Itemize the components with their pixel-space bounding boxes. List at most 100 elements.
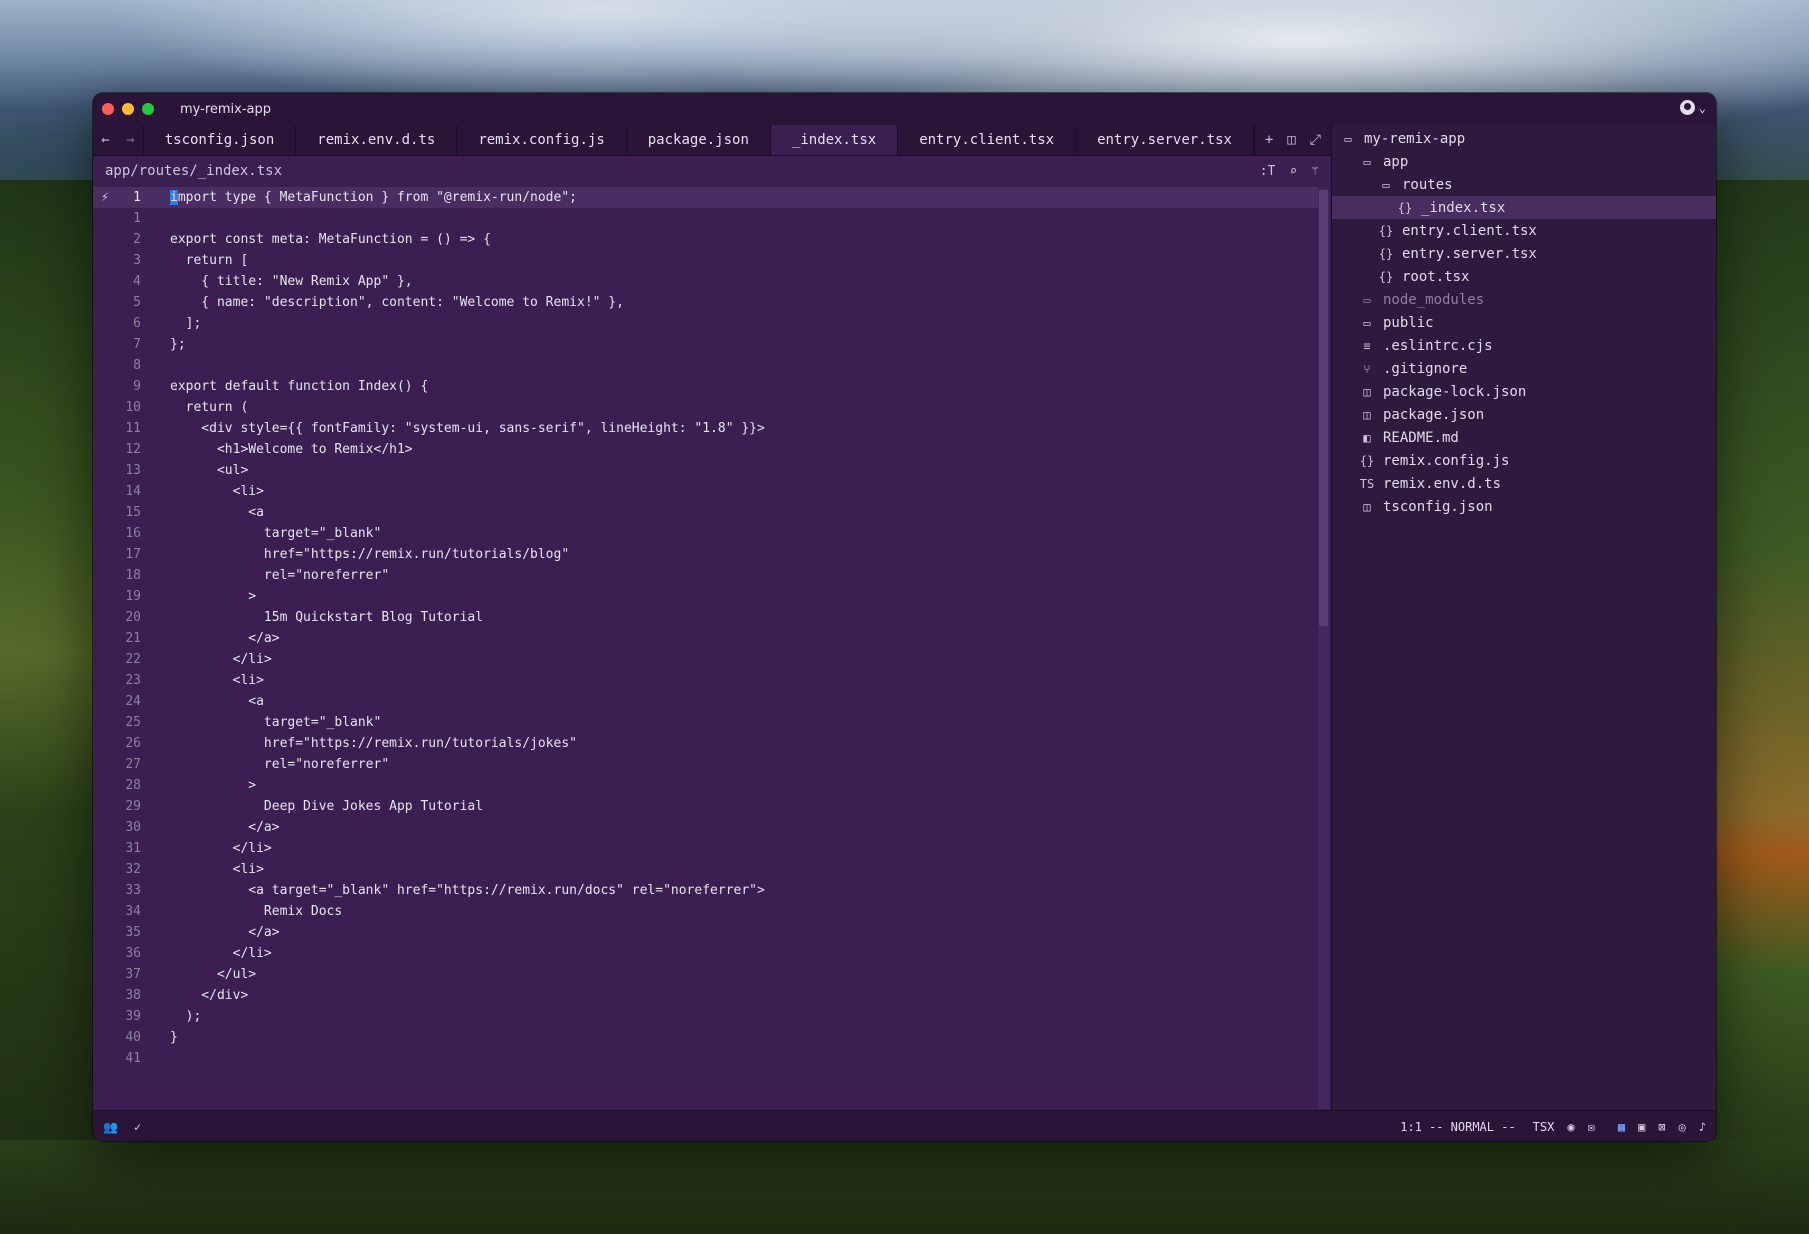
tree-item-gitignore[interactable]: ⑂ .gitignore bbox=[1332, 357, 1716, 380]
code-line[interactable]: 33 <a target="_blank" href="https://remi… bbox=[93, 880, 1319, 901]
tree-item-eslintrc-cjs[interactable]: ≡ .eslintrc.cjs bbox=[1332, 334, 1716, 357]
code-line[interactable]: 2 export const meta: MetaFunction = () =>… bbox=[93, 229, 1319, 250]
arrow-left-icon[interactable]: ← bbox=[101, 132, 109, 148]
tab-remix-env-d-ts[interactable]: remix.env.d.ts bbox=[296, 125, 458, 155]
magic-wand-icon[interactable]: ⚚ bbox=[1311, 164, 1319, 179]
code-line[interactable]: 6 ]; bbox=[93, 313, 1319, 334]
code-line[interactable]: 9 export default function Index() { bbox=[93, 376, 1319, 397]
tab-index-tsx[interactable]: _index.tsx bbox=[770, 125, 899, 155]
code-line[interactable]: 37 </ul> bbox=[93, 964, 1319, 985]
code-line[interactable]: 21 </a> bbox=[93, 628, 1319, 649]
cursor-position[interactable]: 1:1 bbox=[1400, 1120, 1422, 1134]
code-line[interactable]: 31 </li> bbox=[93, 838, 1319, 859]
tree-item-remix-env-d-ts[interactable]: TS remix.env.d.ts bbox=[1332, 472, 1716, 495]
code-line[interactable]: 22 </li> bbox=[93, 649, 1319, 670]
tree-item-package-json[interactable]: ◫ package.json bbox=[1332, 403, 1716, 426]
code-line[interactable]: 16 target="_blank" bbox=[93, 523, 1319, 544]
code-line[interactable]: 12 <h1>Welcome to Remix</h1> bbox=[93, 439, 1319, 460]
code-line[interactable]: 28 > bbox=[93, 775, 1319, 796]
project-panel-icon[interactable]: ▦ bbox=[1618, 1120, 1625, 1134]
symbol-outline-button[interactable]: :T bbox=[1260, 164, 1276, 179]
code-line[interactable]: 35 </a> bbox=[93, 922, 1319, 943]
tree-item-root-tsx[interactable]: {} root.tsx bbox=[1332, 265, 1716, 288]
line-number: 1 bbox=[133, 211, 141, 226]
code-line[interactable]: 11 <div style={{ fontFamily: "system-ui,… bbox=[93, 418, 1319, 439]
code-line[interactable]: 34 Remix Docs bbox=[93, 901, 1319, 922]
code-line[interactable]: 36 </li> bbox=[93, 943, 1319, 964]
minimize-window-button[interactable] bbox=[122, 103, 134, 115]
code-line[interactable]: 15 <a bbox=[93, 502, 1319, 523]
tree-item-tsconfig-json[interactable]: ◫ tsconfig.json bbox=[1332, 495, 1716, 518]
code-line[interactable]: ⚡ 1 import type { MetaFunction } from "@re… bbox=[93, 187, 1319, 208]
chat-icon[interactable]: ◎ bbox=[1679, 1120, 1686, 1134]
code-line[interactable]: 40} bbox=[93, 1027, 1319, 1048]
account-menu[interactable]: ⌄ bbox=[1679, 100, 1706, 115]
line-number: 30 bbox=[125, 820, 141, 835]
language-selector[interactable]: TSX bbox=[1533, 1120, 1555, 1134]
expand-icon[interactable]: ⤢ bbox=[1310, 132, 1321, 148]
code-line[interactable]: 14 <li> bbox=[93, 481, 1319, 502]
tab-entry-client-tsx[interactable]: entry.client.tsx bbox=[898, 125, 1077, 155]
code-line[interactable]: 5 { name: "description", content: "Welco… bbox=[93, 292, 1319, 313]
checkmark-icon[interactable]: ✓ bbox=[134, 1120, 141, 1134]
line-number: 5 bbox=[133, 295, 141, 310]
code-text: 15m Quickstart Blog Tutorial bbox=[170, 610, 484, 625]
code-line[interactable]: 29 Deep Dive Jokes App Tutorial bbox=[93, 796, 1319, 817]
code-line[interactable]: 17 href="https://remix.run/tutorials/blo… bbox=[93, 544, 1319, 565]
code-line[interactable]: 10 return ( bbox=[93, 397, 1319, 418]
tree-item-public[interactable]: ▭ public bbox=[1332, 311, 1716, 334]
terminal-icon[interactable]: ▣ bbox=[1638, 1120, 1645, 1134]
copilot-icon[interactable]: ◉ bbox=[1567, 1120, 1574, 1134]
tree-item-routes[interactable]: ▭ routes bbox=[1332, 173, 1716, 196]
line-number: 38 bbox=[125, 988, 141, 1003]
tree-item-entry-client-tsx[interactable]: {} entry.client.tsx bbox=[1332, 219, 1716, 242]
code-line[interactable]: 13 <ul> bbox=[93, 460, 1319, 481]
arrow-right-icon[interactable]: → bbox=[126, 132, 134, 148]
search-icon[interactable]: ⌕ bbox=[1289, 164, 1297, 179]
tab-remix-config-js[interactable]: remix.config.js bbox=[457, 125, 627, 155]
code-line[interactable]: 39 ); bbox=[93, 1006, 1319, 1027]
bell-icon[interactable]: ♪ bbox=[1699, 1120, 1706, 1134]
code-line[interactable]: 38 </div> bbox=[93, 985, 1319, 1006]
maximize-window-button[interactable] bbox=[142, 103, 154, 115]
line-number: 27 bbox=[125, 757, 141, 772]
code-line[interactable]: 4 { title: "New Remix App" }, bbox=[93, 271, 1319, 292]
tree-item-my-remix-app[interactable]: ▭ my-remix-app bbox=[1332, 127, 1716, 150]
code-text: <a target="_blank" href="https://remix.r… bbox=[170, 883, 765, 898]
tree-item-node-modules[interactable]: ▭ node_modules bbox=[1332, 288, 1716, 311]
tab-tsconfig-json[interactable]: tsconfig.json bbox=[144, 125, 297, 155]
code-line[interactable]: 30 </a> bbox=[93, 817, 1319, 838]
code-line[interactable]: 20 15m Quickstart Blog Tutorial bbox=[93, 607, 1319, 628]
code-line[interactable]: 26 href="https://remix.run/tutorials/jok… bbox=[93, 733, 1319, 754]
line-number: 9 bbox=[133, 379, 141, 394]
breadcrumb[interactable]: app/routes/_index.tsx bbox=[105, 163, 282, 179]
code-line[interactable]: 1 bbox=[93, 208, 1319, 229]
code-line[interactable]: 41 bbox=[93, 1048, 1319, 1069]
code-line[interactable]: 25 target="_blank" bbox=[93, 712, 1319, 733]
tree-item-app[interactable]: ▭ app bbox=[1332, 150, 1716, 173]
code-line[interactable]: 19 > bbox=[93, 586, 1319, 607]
tree-item-index-tsx[interactable]: {} _index.tsx bbox=[1332, 196, 1716, 219]
split-icon[interactable]: ◫ bbox=[1287, 132, 1295, 148]
code-line[interactable]: 23 <li> bbox=[93, 670, 1319, 691]
code-line[interactable]: 32 <li> bbox=[93, 859, 1319, 880]
tab-entry-server-tsx[interactable]: entry.server.tsx bbox=[1076, 125, 1254, 155]
code-line[interactable]: 24 <a bbox=[93, 691, 1319, 712]
code-line[interactable]: 8 bbox=[93, 355, 1319, 376]
collaborators-icon[interactable]: 👥 bbox=[103, 1120, 118, 1134]
editor-scrollbar-thumb[interactable] bbox=[1319, 190, 1328, 626]
assistant-icon[interactable]: ⊠ bbox=[1658, 1120, 1665, 1134]
mail-icon[interactable]: ✉ bbox=[1588, 1120, 1595, 1134]
tree-item-readme-md[interactable]: ◧ README.md bbox=[1332, 426, 1716, 449]
code-line[interactable]: 27 rel="noreferrer" bbox=[93, 754, 1319, 775]
tree-item-remix-config-js[interactable]: {} remix.config.js bbox=[1332, 449, 1716, 472]
tab-package-json[interactable]: package.json bbox=[627, 125, 771, 155]
code-line[interactable]: 18 rel="noreferrer" bbox=[93, 565, 1319, 586]
code-editor[interactable]: ⚡ 1 import type { MetaFunction } from "@re… bbox=[93, 187, 1319, 1107]
code-line[interactable]: 7}; bbox=[93, 334, 1319, 355]
tree-item-package-lock-json[interactable]: ◫ package-lock.json bbox=[1332, 380, 1716, 403]
code-line[interactable]: 3 return [ bbox=[93, 250, 1319, 271]
tree-item-entry-server-tsx[interactable]: {} entry.server.tsx bbox=[1332, 242, 1716, 265]
new-tab-button[interactable]: + bbox=[1265, 132, 1273, 148]
close-window-button[interactable] bbox=[102, 103, 114, 115]
